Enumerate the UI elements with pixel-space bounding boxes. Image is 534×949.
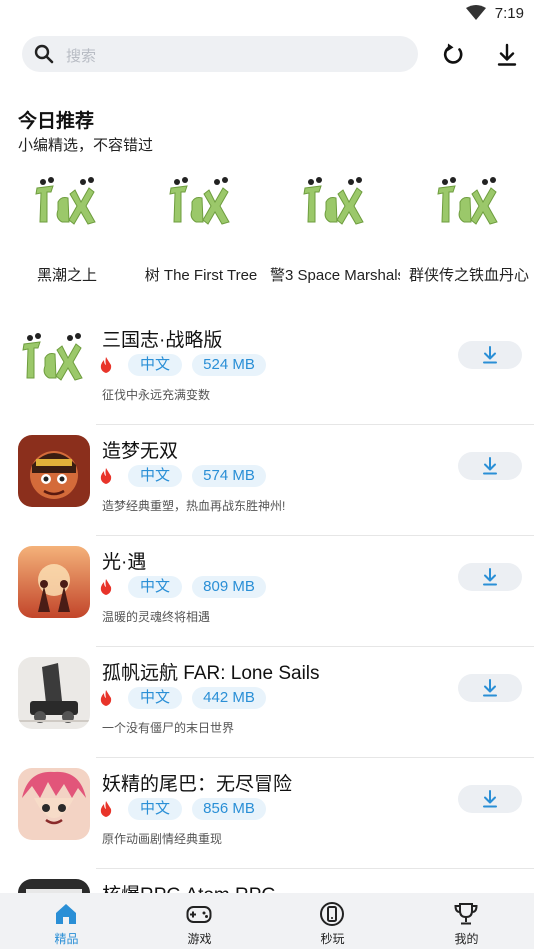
app-description: 造梦经典重塑，热血再战东胜神州!: [102, 499, 286, 513]
download-icon: [483, 457, 497, 475]
featured-carousel[interactable]: 黑潮之上 树 The First Tree 警3 Space Marshals: [0, 172, 534, 284]
featured-item[interactable]: 黑潮之上: [2, 172, 132, 284]
app-name: 三国志·战略版: [102, 330, 223, 351]
download-button[interactable]: [458, 785, 522, 813]
placeholder-logo-icon: [35, 177, 96, 225]
phone-play-icon: [320, 902, 344, 926]
placeholder-logo-icon: [437, 177, 498, 225]
size-tag: 809 MB: [192, 576, 266, 598]
fire-icon: [100, 801, 112, 817]
size-tag: 574 MB: [192, 465, 266, 487]
app-list-item[interactable]: 光·遇 中文 809 MB 温暖的灵魂终将相遇: [0, 536, 534, 647]
nav-label: 我的: [454, 932, 479, 946]
language-tag: 中文: [128, 465, 182, 487]
language-tag: 中文: [128, 576, 182, 598]
download-button[interactable]: [458, 341, 522, 369]
download-button[interactable]: [458, 674, 522, 702]
featured-item[interactable]: 树 The First Tree: [136, 172, 266, 284]
app-name: 妖精的尾巴：无尽冒险: [102, 774, 293, 795]
language-tag: 中文: [128, 798, 182, 820]
section-title: 今日推荐: [18, 111, 95, 132]
top-bar: 搜索: [0, 36, 534, 72]
download-manager-icon[interactable]: [492, 40, 522, 70]
nav-tab-featured[interactable]: 精品: [0, 893, 133, 949]
app-description: 温暖的灵魂终将相遇: [102, 610, 211, 624]
download-icon: [483, 346, 497, 364]
app-icon: [18, 657, 90, 729]
featured-item[interactable]: 警3 Space Marshals: [270, 172, 400, 284]
app-icon: [18, 324, 90, 396]
app-description: 征伐中永远充满变数: [102, 388, 211, 402]
size-tag: 524 MB: [192, 354, 266, 376]
app-name: 造梦无双: [102, 441, 179, 462]
nav-tab-mine[interactable]: 我的: [400, 893, 533, 949]
app-icon: [18, 768, 90, 840]
status-bar: 7:19: [0, 0, 534, 28]
download-icon: [483, 790, 497, 808]
gamepad-icon: [186, 906, 212, 923]
section-subtitle: 小编精选，不容错过: [18, 137, 154, 154]
app-list-item[interactable]: 三国志·战略版 中文 524 MB 征伐中永远充满变数: [0, 314, 534, 425]
download-icon: [483, 679, 497, 697]
bottom-nav: 精品 游戏 秒玩 我的: [0, 893, 534, 949]
fire-icon: [100, 357, 112, 373]
app-list-item[interactable]: 孤帆远航 FAR: Lone Sails 中文 442 MB 一个没有僵尸的末日…: [0, 647, 534, 758]
app-description: 一个没有僵尸的末日世界: [102, 721, 235, 735]
nav-label: 秒玩: [320, 932, 345, 946]
nav-label: 精品: [54, 932, 79, 946]
placeholder-logo-icon: [303, 177, 364, 225]
download-button[interactable]: [458, 563, 522, 591]
search-input[interactable]: 搜索: [22, 36, 418, 72]
app-icon: [18, 435, 90, 507]
app-name: 光·遇: [102, 552, 147, 573]
wifi-icon: [466, 5, 486, 20]
placeholder-logo-icon: [169, 177, 230, 225]
nav-tab-instant-play[interactable]: 秒玩: [266, 893, 399, 949]
language-tag: 中文: [128, 687, 182, 709]
app-description: 原作动画剧情经典重现: [102, 832, 223, 846]
featured-item-name: 群侠传之铁血丹心: [408, 267, 529, 284]
download-icon: [483, 568, 497, 586]
search-placeholder: 搜索: [66, 48, 97, 65]
featured-item-name: 黑潮之上: [36, 267, 97, 284]
search-icon: [34, 44, 54, 64]
fire-icon: [100, 579, 112, 595]
nav-label: 游戏: [187, 932, 212, 946]
language-tag: 中文: [128, 354, 182, 376]
size-tag: 856 MB: [192, 798, 266, 820]
download-button[interactable]: [458, 452, 522, 480]
size-tag: 442 MB: [192, 687, 266, 709]
featured-item[interactable]: 群侠传之铁血丹心: [404, 172, 534, 284]
fire-icon: [100, 468, 112, 484]
home-icon: [56, 904, 76, 924]
app-list-item[interactable]: 妖精的尾巴：无尽冒险 中文 856 MB 原作动画剧情经典重现: [0, 758, 534, 869]
featured-item-name: 警3 Space Marshals: [270, 267, 400, 284]
app-list-item[interactable]: 造梦无双 中文 574 MB 造梦经典重塑，热血再战东胜神州!: [0, 425, 534, 536]
status-time: 7:19: [494, 5, 524, 22]
app-icon: [18, 546, 90, 618]
trophy-icon: [454, 903, 478, 925]
nav-tab-games[interactable]: 游戏: [133, 893, 266, 949]
refresh-icon[interactable]: [438, 40, 468, 70]
featured-item-name: 树 The First Tree: [144, 267, 258, 284]
app-name: 孤帆远航 FAR: Lone Sails: [102, 663, 320, 684]
fire-icon: [100, 690, 112, 706]
